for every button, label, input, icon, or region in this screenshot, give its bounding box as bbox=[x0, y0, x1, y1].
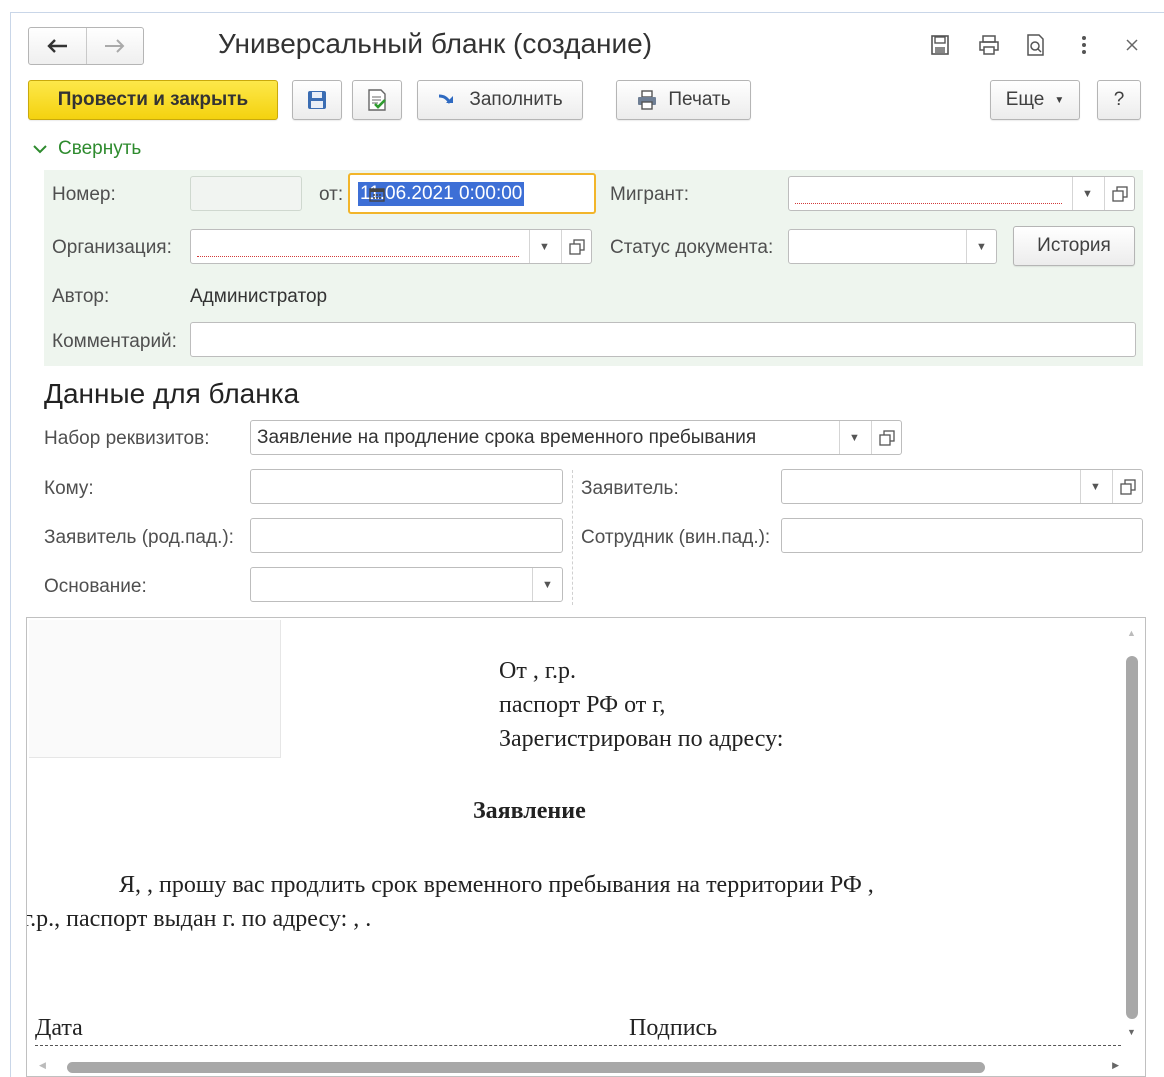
scroll-down-icon[interactable]: ▼ bbox=[1127, 1027, 1136, 1037]
scroll-right-icon[interactable]: ▶ bbox=[1112, 1060, 1119, 1071]
preview-icon[interactable] bbox=[1024, 32, 1048, 58]
doc-line-passport: паспорт РФ от г, bbox=[499, 692, 666, 718]
calendar-icon[interactable] bbox=[358, 175, 396, 212]
doc-paragraph-1: Я, , прошу вас продлить срок временного … bbox=[119, 872, 874, 898]
fill-button[interactable]: Заполнить bbox=[417, 80, 583, 120]
date-from-label: от: bbox=[319, 184, 344, 205]
chevron-down-icon[interactable]: ▼ bbox=[532, 568, 562, 601]
number-field bbox=[190, 176, 302, 211]
printer-icon bbox=[638, 90, 657, 110]
doc-line-from: От , г.р. bbox=[499, 658, 576, 684]
back-button[interactable] bbox=[29, 28, 87, 64]
more-vert-icon[interactable] bbox=[1072, 32, 1096, 58]
fill-arrow-icon bbox=[439, 94, 454, 104]
arrow-right-icon bbox=[104, 39, 125, 53]
print-button-label: Печать bbox=[668, 89, 731, 110]
vertical-scrollbar[interactable]: ▲ ▼ bbox=[1125, 628, 1139, 1037]
doc-paragraph-2: г.р., паспорт выдан г. по адресу: , . bbox=[26, 906, 372, 932]
window-title: Универсальный бланк (создание) bbox=[218, 28, 653, 59]
open-form-icon[interactable] bbox=[561, 230, 591, 263]
nav-buttons bbox=[28, 27, 144, 65]
basis-label: Основание: bbox=[44, 576, 147, 597]
required-underline bbox=[795, 203, 1062, 204]
employee-label: Сотрудник (вин.пад.): bbox=[581, 527, 771, 548]
horizontal-scroll-thumb[interactable] bbox=[67, 1062, 985, 1073]
to-label: Кому: bbox=[44, 478, 94, 499]
basis-field[interactable]: ▼ bbox=[250, 567, 563, 602]
comment-field[interactable] bbox=[190, 322, 1136, 357]
fill-button-label: Заполнить bbox=[469, 89, 563, 110]
doc-signature-line bbox=[35, 1045, 1121, 1046]
migrant-label: Мигрант: bbox=[610, 184, 689, 205]
comment-label: Комментарий: bbox=[52, 331, 177, 352]
chevron-down-icon[interactable]: ▼ bbox=[529, 230, 559, 263]
to-field[interactable] bbox=[250, 469, 563, 504]
required-underline bbox=[197, 256, 519, 257]
number-label: Номер: bbox=[52, 184, 116, 205]
collapse-label: Свернуть bbox=[58, 138, 142, 159]
close-icon[interactable] bbox=[1120, 32, 1144, 58]
applicant-label: Заявитель: bbox=[581, 478, 679, 499]
applicant-field[interactable]: ▼ bbox=[781, 469, 1143, 504]
open-form-icon[interactable] bbox=[1112, 470, 1142, 503]
chevron-down-icon[interactable]: ▼ bbox=[839, 421, 869, 454]
applicant-gen-field[interactable] bbox=[250, 518, 563, 553]
history-button[interactable]: История bbox=[1013, 226, 1135, 266]
more-button-label: Еще bbox=[1005, 89, 1045, 110]
chevron-down-icon[interactable]: ▼ bbox=[1080, 470, 1110, 503]
column-divider bbox=[572, 470, 573, 605]
vertical-scroll-thumb[interactable] bbox=[1126, 656, 1138, 1019]
requisite-set-label: Набор реквизитов: bbox=[44, 428, 210, 449]
save-button[interactable] bbox=[292, 80, 342, 120]
scroll-up-icon[interactable]: ▲ bbox=[1127, 628, 1136, 638]
migrant-field[interactable]: ▼ bbox=[788, 176, 1135, 211]
open-form-icon[interactable] bbox=[871, 421, 901, 454]
requisite-set-value: Заявление на продление срока временного … bbox=[257, 426, 757, 448]
date-field[interactable]: 11.06.2021 0:00:00 bbox=[348, 173, 596, 214]
print-icon[interactable] bbox=[977, 32, 1001, 58]
more-button[interactable]: Еще ▼ bbox=[990, 80, 1080, 120]
arrow-left-icon bbox=[47, 39, 68, 53]
chevron-down-icon: ▼ bbox=[1054, 94, 1065, 106]
post-button[interactable] bbox=[352, 80, 402, 120]
author-value: Администратор bbox=[190, 286, 328, 307]
organization-field[interactable]: ▼ bbox=[190, 229, 592, 264]
chevron-down-icon[interactable]: ▼ bbox=[966, 230, 996, 263]
floppy-icon bbox=[308, 91, 326, 109]
applicant-gen-label: Заявитель (род.пад.): bbox=[44, 527, 234, 548]
author-label: Автор: bbox=[52, 286, 110, 307]
horizontal-scrollbar[interactable]: ◀ ▶ bbox=[37, 1058, 1125, 1074]
help-button[interactable]: ? bbox=[1097, 80, 1141, 120]
doc-date-label: Дата bbox=[35, 1015, 83, 1041]
chevron-down-icon bbox=[33, 145, 47, 154]
print-button[interactable]: Печать bbox=[616, 80, 751, 120]
organization-label: Организация: bbox=[52, 237, 172, 258]
doc-line-address: Зарегистрирован по адресу: bbox=[499, 726, 784, 752]
doc-sign-label: Подпись bbox=[629, 1015, 718, 1041]
chevron-down-icon[interactable]: ▼ bbox=[1072, 177, 1102, 210]
section-title: Данные для бланка bbox=[44, 378, 300, 409]
doc-heading: Заявление bbox=[473, 798, 586, 824]
post-and-close-button[interactable]: Провести и закрыть bbox=[28, 80, 278, 120]
status-field[interactable]: ▼ bbox=[788, 229, 997, 264]
post-document-icon bbox=[368, 89, 386, 111]
document-preview[interactable]: От , г.р. паспорт РФ от г, Зарегистриров… bbox=[26, 617, 1146, 1077]
employee-field[interactable] bbox=[781, 518, 1143, 553]
forward-button[interactable] bbox=[87, 28, 144, 64]
document-image-placeholder bbox=[29, 620, 281, 758]
open-form-icon[interactable] bbox=[1104, 177, 1134, 210]
status-label: Статус документа: bbox=[610, 237, 774, 258]
save-icon[interactable] bbox=[928, 32, 952, 58]
scroll-left-icon[interactable]: ◀ bbox=[39, 1060, 46, 1071]
collapse-toggle[interactable]: Свернуть bbox=[32, 138, 141, 160]
requisite-set-field[interactable]: Заявление на продление срока временного … bbox=[250, 420, 902, 455]
